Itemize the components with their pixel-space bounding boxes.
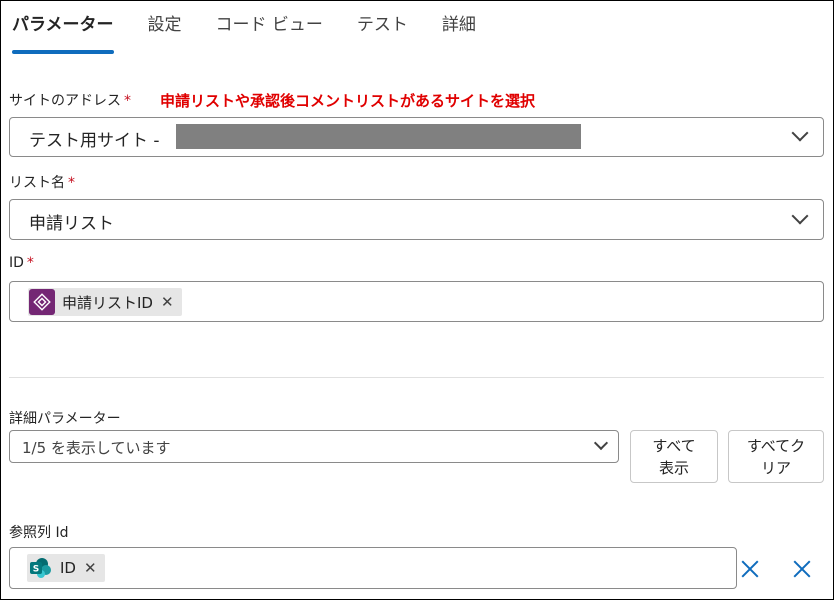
id-label: ID * bbox=[9, 255, 34, 271]
advanced-parameters-label: 詳細パラメーター bbox=[9, 411, 121, 427]
close-icon[interactable]: ✕ bbox=[84, 559, 97, 577]
redacted-block bbox=[176, 124, 581, 149]
list-name-label-text: リスト名 bbox=[9, 175, 65, 191]
advanced-parameters-value: 1/5 を表示しています bbox=[22, 439, 171, 457]
chevron-down-icon[interactable] bbox=[791, 207, 809, 225]
id-token[interactable]: 申請リストID ✕ bbox=[28, 288, 182, 316]
site-address-dropdown[interactable]: テスト用サイト - bbox=[9, 117, 824, 157]
lookup-id-token-text: ID bbox=[60, 559, 76, 577]
sharepoint-icon: S bbox=[28, 555, 54, 581]
remove-parameter-icon[interactable] bbox=[792, 559, 812, 579]
divider bbox=[9, 377, 824, 378]
show-all-line2: 表示 bbox=[658, 458, 689, 477]
show-all-line1: すべて bbox=[652, 436, 696, 455]
tab-code-view[interactable]: コード ビュー bbox=[216, 12, 323, 42]
chevron-down-icon[interactable] bbox=[791, 124, 809, 142]
tab-bar: パラメーター 設定 コード ビュー テスト 詳細 bbox=[12, 12, 510, 56]
list-name-label: リスト名 * bbox=[9, 172, 75, 192]
site-address-value: テスト用サイト - bbox=[29, 131, 160, 151]
required-mark: * bbox=[68, 175, 75, 191]
lookup-id-label: 参照列 Id bbox=[9, 525, 69, 541]
close-icon[interactable]: ✕ bbox=[161, 293, 174, 311]
id-token-input[interactable]: 申請リストID ✕ bbox=[9, 281, 824, 322]
clear-all-line2: リア bbox=[760, 458, 791, 477]
svg-text:S: S bbox=[33, 565, 39, 575]
show-all-button[interactable]: すべて 表示 bbox=[630, 430, 718, 483]
clear-all-line1: すべてク bbox=[746, 436, 806, 455]
required-mark: * bbox=[26, 255, 34, 271]
list-name-dropdown[interactable]: 申請リスト bbox=[9, 199, 824, 240]
site-address-label: サイトのアドレス * bbox=[9, 90, 131, 110]
tab-test[interactable]: テスト bbox=[357, 12, 408, 42]
list-name-value: 申請リスト bbox=[29, 214, 114, 234]
site-annotation: 申請リストや承認後コメントリストがあるサイトを選択 bbox=[160, 92, 536, 110]
required-mark: * bbox=[124, 93, 131, 109]
advanced-parameters-select[interactable]: 1/5 を表示しています bbox=[9, 430, 619, 463]
clear-all-button[interactable]: すべてク リア bbox=[728, 430, 824, 483]
id-token-text: 申請リストID bbox=[62, 293, 153, 312]
lookup-id-token[interactable]: S ID ✕ bbox=[27, 554, 105, 582]
tab-details[interactable]: 詳細 bbox=[442, 12, 476, 42]
id-label-text: ID bbox=[9, 255, 24, 271]
tab-settings[interactable]: 設定 bbox=[148, 12, 182, 42]
power-automate-expression-icon bbox=[29, 289, 55, 315]
site-address-label-text: サイトのアドレス bbox=[9, 93, 121, 109]
tab-parameters[interactable]: パラメーター bbox=[12, 12, 114, 54]
lookup-id-input[interactable]: S ID ✕ bbox=[9, 547, 737, 589]
clear-field-icon[interactable] bbox=[740, 559, 760, 579]
chevron-down-icon[interactable] bbox=[593, 435, 609, 451]
